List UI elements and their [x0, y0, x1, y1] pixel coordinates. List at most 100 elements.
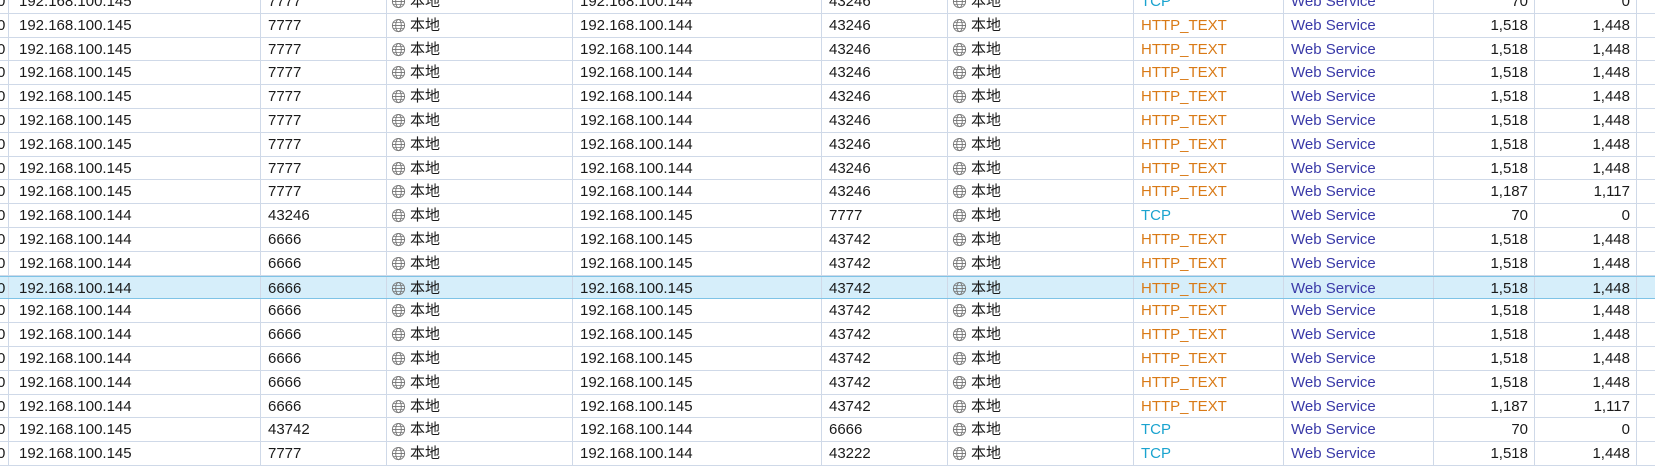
destination-location-cell: 本地	[948, 61, 1134, 85]
table-row[interactable]: 0192.168.100.1457777本地192.168.100.144432…	[0, 61, 1655, 86]
source-port-cell: 6666	[261, 227, 387, 251]
globe-icon	[391, 0, 406, 9]
source-port-cell: 7777	[261, 156, 387, 180]
protocol-cell: TCP	[1134, 418, 1284, 442]
source-ip-cell: 192.168.100.144	[9, 204, 261, 227]
table-row[interactable]: 0192.168.100.1446666 本地 192.168.100.145437…	[0, 275, 1655, 300]
row-number-cell: 0	[0, 442, 9, 465]
row-number-cell: 0	[0, 13, 9, 37]
table-row[interactable]: 0192.168.100.1457777本地192.168.100.144432…	[0, 132, 1655, 157]
source-location-cell: 本地	[387, 180, 573, 204]
service-cell: Web Service	[1284, 0, 1434, 13]
trailing-cell	[1637, 418, 1655, 441]
payload-size-cell: 0	[1535, 418, 1637, 442]
protocol-cell: HTTP_TEXT	[1134, 370, 1284, 394]
destination-location-label: 本地	[971, 207, 1002, 225]
source-location-cell: 本地	[387, 299, 573, 323]
destination-port-cell: 43742	[822, 251, 948, 275]
source-location-cell: 本地	[387, 418, 573, 442]
table-row[interactable]: 0192.168.100.1457777本地192.168.100.144432…	[0, 0, 1655, 14]
globe-icon	[391, 398, 406, 413]
protocol-cell: HTTP_TEXT	[1134, 227, 1284, 251]
source-location-cell: 本地	[387, 346, 573, 370]
service-cell: Web Service	[1284, 13, 1434, 37]
source-location-label: 本地	[410, 135, 441, 153]
table-row[interactable]: 0192.168.100.1446666 本地 192.168.100.145437…	[0, 323, 1655, 347]
row-number-cell: 0	[0, 85, 9, 108]
row-number-cell: 0	[0, 323, 9, 346]
destination-location-cell: 本地	[948, 346, 1134, 370]
destination-location-cell: 本地	[948, 323, 1134, 346]
packet-size-cell: 1,518	[1434, 85, 1535, 108]
trailing-cell	[1637, 0, 1655, 13]
protocol-cell: HTTP_TEXT	[1134, 61, 1284, 85]
destination-location-label: 本地	[971, 326, 1002, 344]
source-port-cell: 7777	[261, 108, 387, 132]
table-row[interactable]: 0192.168.100.1457777本地192.168.100.144432…	[0, 180, 1655, 205]
packet-size-cell: 1,518	[1434, 299, 1535, 323]
table-row[interactable]: 0192.168.100.1457777本地192.168.100.144432…	[0, 85, 1655, 109]
row-number-cell: 0	[0, 180, 9, 204]
table-row[interactable]: 0192.168.100.1446666 本地 192.168.100.145437…	[0, 251, 1655, 276]
service-cell: Web Service	[1284, 323, 1434, 346]
destination-location-cell: 本地	[948, 227, 1134, 251]
destination-ip-cell: 192.168.100.144	[573, 37, 822, 61]
source-location-label: 本地	[410, 40, 441, 58]
source-port-cell: 7777	[261, 442, 387, 465]
destination-ip-cell: 192.168.100.145	[573, 346, 822, 370]
globe-icon	[391, 64, 406, 80]
table-row[interactable]: 0192.168.100.14443246本地192.168.100.14577…	[0, 204, 1655, 228]
table-row[interactable]: 0192.168.100.1446666 本地 192.168.100.145437…	[0, 299, 1655, 324]
source-location-cell: 本地	[387, 108, 573, 132]
source-port-cell: 6666	[261, 370, 387, 394]
source-location-label: 本地	[410, 349, 441, 367]
source-location-label: 本地	[410, 159, 441, 177]
globe-icon	[391, 445, 406, 461]
source-ip-cell: 192.168.100.145	[9, 85, 261, 108]
source-ip-cell: 192.168.100.144	[9, 251, 261, 275]
source-ip-cell: 192.168.100.145	[9, 37, 261, 61]
destination-port-cell: 43742	[822, 346, 948, 370]
source-port-cell: 6666	[261, 394, 387, 418]
table-row[interactable]: 0192.168.100.1446666 本地 192.168.100.145437…	[0, 370, 1655, 395]
globe-icon	[952, 326, 967, 342]
row-number-cell: 0	[0, 37, 9, 61]
destination-ip-cell: 192.168.100.144	[573, 442, 822, 465]
table-row[interactable]: 0192.168.100.1457777本地192.168.100.144432…	[0, 13, 1655, 38]
payload-size-cell: 1,448	[1535, 37, 1637, 61]
payload-size-cell: 0	[1535, 204, 1637, 227]
destination-port-cell: 43222	[822, 442, 948, 465]
table-row[interactable]: 0192.168.100.1457777本地192.168.100.144432…	[0, 108, 1655, 133]
protocol-cell: HTTP_TEXT	[1134, 180, 1284, 204]
table-row[interactable]: 0192.168.100.14543742本地192.168.100.14466…	[0, 418, 1655, 443]
source-port-cell: 7777	[261, 85, 387, 108]
source-ip-cell: 192.168.100.145	[9, 180, 261, 204]
table-row[interactable]: 0192.168.100.1457777本地192.168.100.144432…	[0, 442, 1655, 466]
source-ip-cell: 192.168.100.144	[9, 323, 261, 346]
destination-ip-cell: 192.168.100.145	[573, 251, 822, 275]
source-port-cell: 7777	[261, 13, 387, 37]
globe-icon	[391, 302, 406, 318]
globe-icon	[952, 398, 967, 413]
destination-location-cell: 本地	[948, 37, 1134, 61]
source-port-cell: 6666	[261, 346, 387, 370]
table-row[interactable]: 0192.168.100.1446666 本地 192.168.100.145437…	[0, 346, 1655, 371]
destination-port-cell: 43742	[822, 227, 948, 251]
row-number-cell: 0	[0, 370, 9, 394]
source-location-cell: 本地	[387, 13, 573, 37]
destination-ip-cell: 192.168.100.144	[573, 156, 822, 180]
payload-size-cell: 1,448	[1535, 156, 1637, 180]
source-location-label: 本地	[410, 302, 441, 320]
packet-size-cell: 1,518	[1434, 227, 1535, 251]
table-row[interactable]: 0192.168.100.1457777本地192.168.100.144432…	[0, 156, 1655, 181]
table-row[interactable]: 0192.168.100.1446666 本地 192.168.100.145437…	[0, 394, 1655, 419]
table-row[interactable]: 0192.168.100.1457777本地192.168.100.144432…	[0, 37, 1655, 62]
row-number-cell: 0	[0, 418, 9, 442]
source-location-cell: 本地	[387, 276, 573, 299]
destination-location-cell: 本地	[948, 276, 1134, 299]
globe-icon	[952, 445, 967, 461]
source-port-cell: 7777	[261, 180, 387, 204]
source-port-cell: 7777	[261, 132, 387, 156]
table-row[interactable]: 0192.168.100.1446666 本地 192.168.100.145437…	[0, 227, 1655, 252]
globe-icon	[391, 112, 406, 128]
